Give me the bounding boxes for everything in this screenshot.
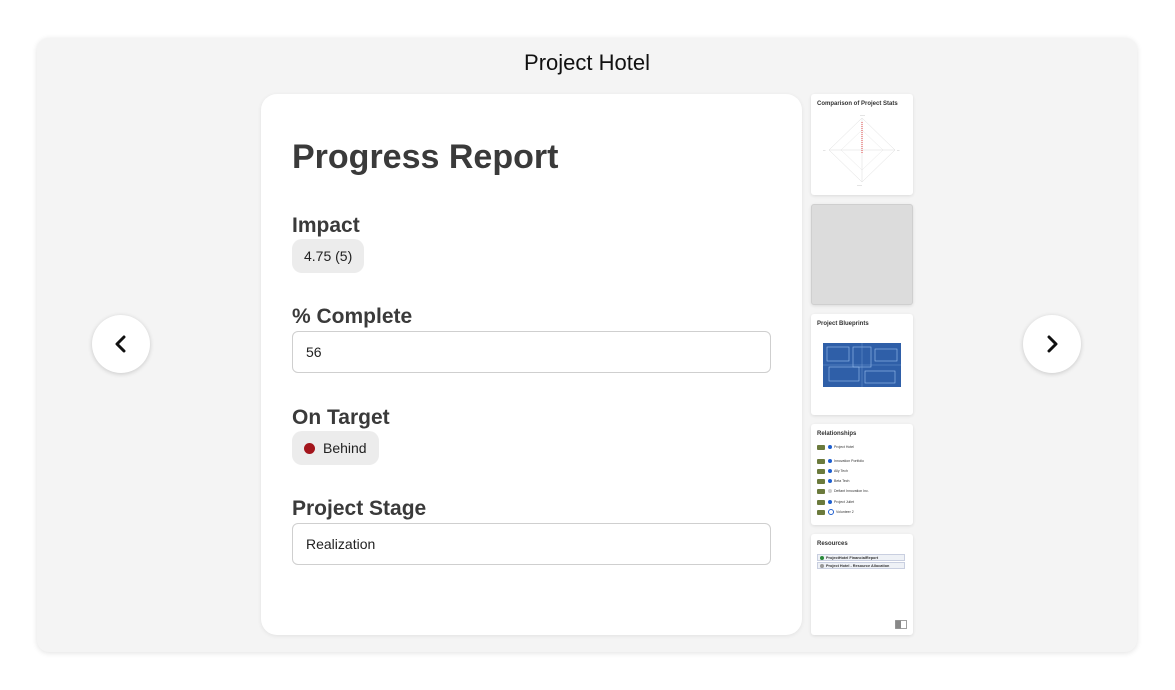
chevron-right-icon: [1047, 335, 1058, 353]
stage-label: Project Stage: [292, 497, 427, 520]
status-dot-icon: [828, 469, 832, 473]
status-dot-icon: [828, 500, 832, 504]
stage-value: Realization: [306, 536, 376, 552]
thumbnail-blank[interactable]: [811, 204, 913, 305]
project-image-icon: [817, 509, 825, 515]
project-image-icon: [817, 458, 825, 464]
relationship-item: Defiant Innovation Inc.: [817, 487, 905, 495]
status-dot-icon: [828, 489, 832, 493]
thumbnail-relationships[interactable]: Relationships Project Hotel Innovation P…: [811, 424, 913, 525]
project-image-icon: [817, 444, 825, 450]
blueprint-image: [823, 343, 901, 387]
window-title: Project Hotel: [524, 50, 650, 75]
book-icon: [895, 620, 907, 629]
svg-text:—: —: [897, 149, 900, 152]
status-dot-icon: [828, 459, 832, 463]
relationship-item: Project Juliet: [817, 498, 905, 506]
stage-input[interactable]: Realization: [292, 523, 771, 565]
relationship-item: Beta Tech: [817, 477, 905, 485]
thumbnail-relationships-title: Relationships: [817, 431, 857, 437]
thumbnail-resources-title: Resources: [817, 541, 848, 547]
thumbnail-resources[interactable]: Resources ProjectHotel FinancialReport P…: [811, 534, 913, 635]
status-dot-icon: [304, 442, 315, 454]
report-heading: Progress Report: [292, 138, 559, 176]
on-target-badge: Behind: [292, 431, 379, 465]
radar-chart-preview: — — —— ——: [823, 114, 900, 187]
relationship-item: Innovation Portfolio: [817, 457, 905, 465]
complete-input[interactable]: 56: [292, 331, 771, 373]
status-dot-icon: [828, 509, 834, 515]
presentation-frame: Project Hotel Progress Report Impact 4.7…: [37, 38, 1137, 652]
progress-report-card: Progress Report Impact 4.75 (5) % Comple…: [261, 94, 802, 635]
thumbnail-stats-title: Comparison of Project Stats: [817, 101, 898, 107]
thumbnail-blueprints[interactable]: Project Blueprints: [811, 314, 913, 415]
resource-item: ProjectHotel FinancialReport: [817, 554, 905, 561]
project-image-icon: [817, 499, 825, 505]
svg-text:——: ——: [857, 184, 863, 187]
status-dot-icon: [828, 479, 832, 483]
svg-text:——: ——: [860, 114, 866, 117]
impact-label: Impact: [292, 214, 360, 237]
previous-button[interactable]: [92, 315, 150, 373]
resource-dot-icon: [820, 555, 824, 560]
svg-text:—: —: [823, 149, 826, 152]
next-button[interactable]: [1023, 315, 1081, 373]
thumbnail-project-stats[interactable]: Comparison of Project Stats — — —— ——: [811, 94, 913, 195]
chevron-left-icon: [115, 335, 126, 353]
thumbnail-blueprints-title: Project Blueprints: [817, 321, 869, 327]
project-image-icon: [817, 478, 825, 484]
on-target-label: On Target: [292, 406, 390, 429]
complete-label: % Complete: [292, 305, 413, 328]
project-image-icon: [817, 468, 825, 474]
project-image-icon: [817, 488, 825, 494]
complete-value: 56: [306, 344, 322, 360]
resource-item: Project Hotel - Resource Allocation: [817, 562, 905, 569]
status-dot-icon: [828, 445, 832, 449]
resource-dot-icon: [820, 563, 824, 568]
impact-value: 4.75 (5): [292, 239, 365, 273]
relationship-item: Ally Tech: [817, 467, 905, 475]
relationship-item: Volunteer 2: [817, 508, 905, 516]
relationship-item: Project Hotel: [817, 443, 905, 451]
on-target-value: Behind: [323, 440, 367, 456]
